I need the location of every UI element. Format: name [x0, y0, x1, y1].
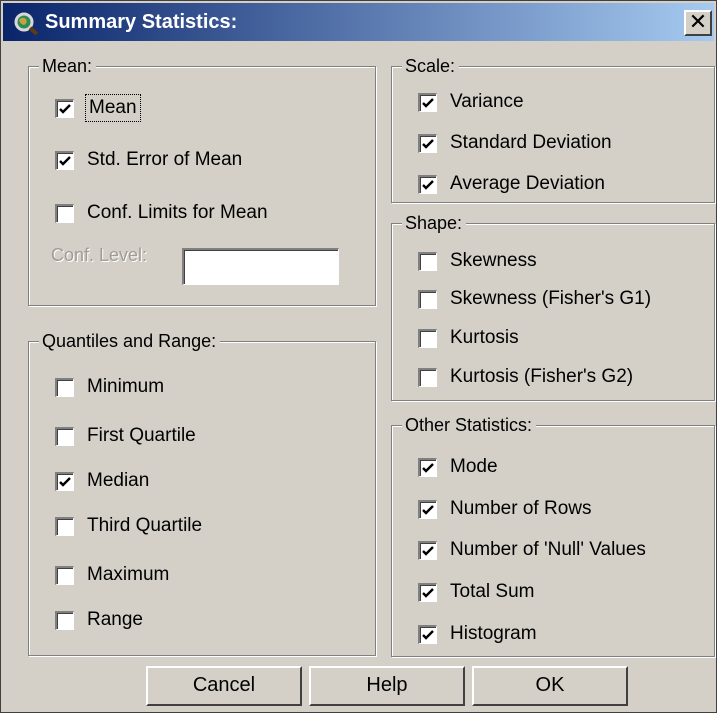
summary-statistics-dialog: Summary Statistics: ✕ Mean: Mean Std. Er…: [0, 0, 717, 713]
conf-limits-checkbox-label: Conf. Limits for Mean: [87, 202, 268, 223]
median-checkbox-box[interactable]: [55, 472, 74, 491]
mode-checkbox-box[interactable]: [418, 458, 437, 477]
std-error-checkbox-box[interactable]: [55, 151, 74, 170]
conf-level-label: Conf. Level:: [51, 245, 148, 265]
number-of-null-values-checkbox-box[interactable]: [418, 541, 437, 560]
title-bar[interactable]: Summary Statistics: ✕: [3, 3, 714, 41]
minimum-checkbox-box[interactable]: [55, 378, 74, 397]
globe-magnifier-icon: [13, 11, 39, 36]
other-statistics-group-label: Other Statistics:: [402, 413, 537, 437]
skewness-fisher-g1-checkbox-label: Skewness (Fisher's G1): [450, 288, 652, 309]
total-sum-checkbox-label: Total Sum: [450, 581, 535, 602]
range-checkbox-label: Range: [87, 609, 143, 630]
scale-group: Scale: Variance Standard Deviation Avera…: [391, 54, 715, 203]
average-deviation-checkbox-box[interactable]: [418, 175, 437, 194]
close-button[interactable]: ✕: [684, 10, 712, 36]
scale-group-label: Scale:: [402, 54, 460, 78]
kurtosis-fisher-g2-checkbox-box[interactable]: [418, 368, 437, 387]
kurtosis-checkbox-box[interactable]: [418, 329, 437, 348]
histogram-checkbox-box[interactable]: [418, 625, 437, 644]
mean-checkbox-label: Mean: [85, 94, 141, 122]
mode-checkbox-label: Mode: [450, 456, 498, 477]
number-of-rows-checkbox-label: Number of Rows: [450, 498, 592, 519]
cancel-button[interactable]: Cancel: [146, 666, 302, 706]
skewness-checkbox-box[interactable]: [418, 252, 437, 271]
third-quartile-checkbox-box[interactable]: [55, 517, 74, 536]
window-title: Summary Statistics:: [45, 11, 238, 33]
number-of-null-values-checkbox-label: Number of 'Null' Values: [450, 539, 646, 560]
total-sum-checkbox-box[interactable]: [418, 583, 437, 602]
variance-checkbox-box[interactable]: [418, 93, 437, 112]
skewness-checkbox-label: Skewness: [450, 250, 537, 271]
quantiles-group-label: Quantiles and Range:: [39, 329, 221, 353]
shape-group: Shape: Skewness Skewness (Fisher's G1) K…: [391, 211, 715, 401]
help-button[interactable]: Help: [309, 666, 465, 706]
median-checkbox-label: Median: [87, 470, 150, 491]
shape-group-label: Shape:: [402, 211, 467, 235]
close-icon: ✕: [688, 9, 708, 34]
histogram-checkbox-label: Histogram: [450, 623, 537, 644]
mean-group-label: Mean:: [39, 54, 97, 78]
range-checkbox-box[interactable]: [55, 611, 74, 630]
quantiles-group: Quantiles and Range: Minimum First Quart…: [28, 329, 376, 656]
kurtosis-fisher-g2-checkbox-label: Kurtosis (Fisher's G2): [450, 366, 634, 387]
average-deviation-checkbox-label: Average Deviation: [450, 173, 605, 194]
kurtosis-checkbox-label: Kurtosis: [450, 327, 519, 348]
other-statistics-group: Other Statistics: Mode Number of Rows Nu…: [391, 413, 715, 657]
standard-deviation-checkbox-label: Standard Deviation: [450, 132, 612, 153]
conf-limits-checkbox-box[interactable]: [55, 204, 74, 223]
third-quartile-checkbox-label: Third Quartile: [87, 515, 203, 536]
skewness-fisher-g1-checkbox-box[interactable]: [418, 290, 437, 309]
ok-button[interactable]: OK: [472, 666, 628, 706]
conf-level-input[interactable]: [182, 248, 339, 285]
mean-checkbox-box[interactable]: [55, 99, 74, 118]
minimum-checkbox-label: Minimum: [87, 376, 165, 397]
maximum-checkbox-label: Maximum: [87, 564, 170, 585]
std-error-checkbox-label: Std. Error of Mean: [87, 149, 243, 170]
standard-deviation-checkbox-box[interactable]: [418, 134, 437, 153]
variance-checkbox-label: Variance: [450, 91, 524, 112]
number-of-rows-checkbox-box[interactable]: [418, 500, 437, 519]
mean-group: Mean: Mean Std. Error of Mean Conf. Limi…: [28, 54, 376, 306]
first-quartile-checkbox-label: First Quartile: [87, 425, 196, 446]
first-quartile-checkbox-box[interactable]: [55, 427, 74, 446]
maximum-checkbox-box[interactable]: [55, 566, 74, 585]
